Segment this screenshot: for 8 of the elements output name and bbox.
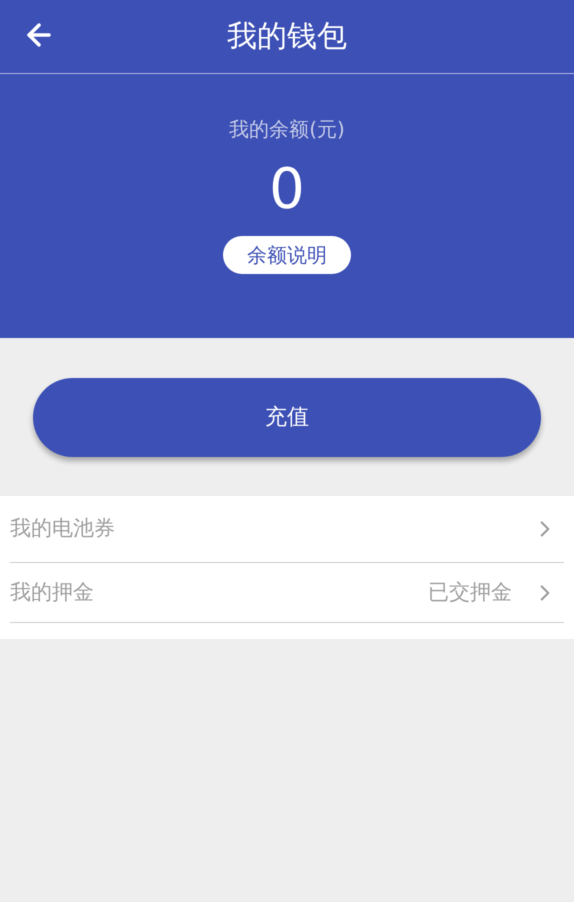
menu-label: 我的押金	[10, 578, 94, 606]
balance-amount: 0	[269, 158, 305, 222]
balance-label: 我的余额(元)	[229, 116, 345, 143]
menu-label: 我的电池券	[10, 515, 115, 542]
balance-info-button[interactable]: 余额说明	[223, 236, 351, 274]
menu-value: 已交押金	[428, 578, 512, 606]
page-title: 我的钱包	[227, 18, 347, 56]
recharge-button[interactable]: 充值	[33, 378, 541, 457]
